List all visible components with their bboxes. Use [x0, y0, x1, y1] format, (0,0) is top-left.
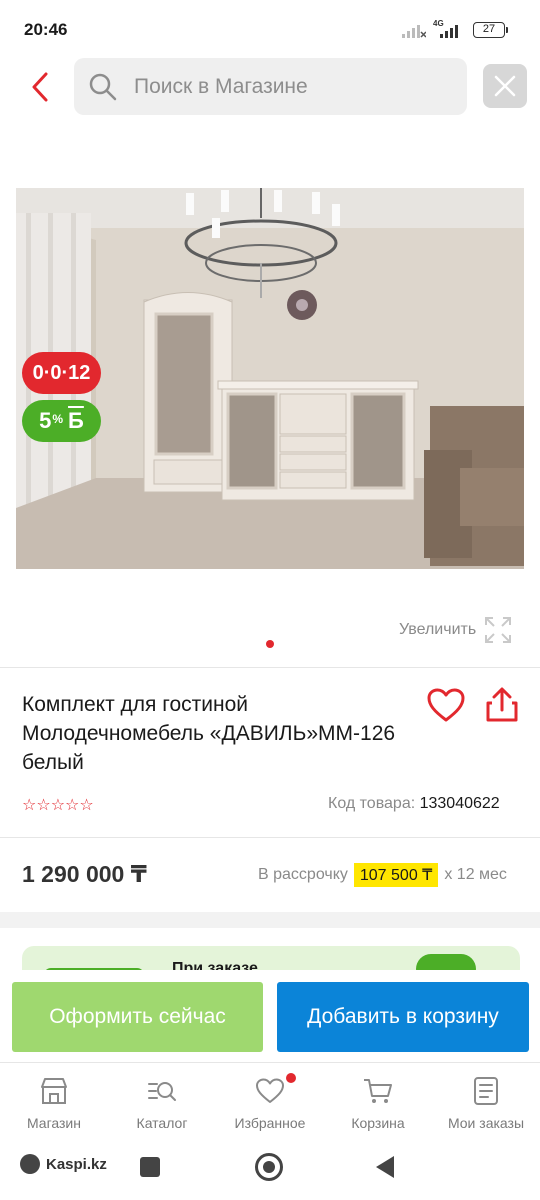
signal-strength-icon [440, 25, 458, 38]
add-to-cart-button[interactable]: Добавить в корзину [277, 982, 529, 1052]
action-bar: Оформить сейчас Добавить в корзину [0, 970, 540, 1062]
search-bar[interactable] [74, 58, 467, 115]
tab-label: Мои заказы [447, 1115, 525, 1131]
bonus-percent-sign: % [52, 412, 64, 426]
product-title: Комплект для гостиной Молодечномебель «Д… [22, 693, 396, 774]
cart-icon [364, 1079, 392, 1103]
tab-label: Каталог [136, 1115, 188, 1131]
installment-amount: 107 500 ₸ [353, 863, 439, 887]
signal-icon [402, 25, 426, 38]
share-button[interactable] [484, 686, 520, 726]
bottom-tab-bar: Магазин Каталог Избранное Корзина Мои за… [0, 1062, 540, 1142]
close-icon [494, 75, 516, 97]
status-bar: 20:46 4G 27 [0, 0, 540, 60]
expand-icon [485, 617, 512, 643]
product-code-label: Код товара: [328, 795, 416, 812]
search-input[interactable] [134, 74, 454, 99]
rating-stars[interactable]: ☆☆☆☆☆ [22, 795, 94, 815]
tab-cart[interactable]: Корзина [324, 1063, 432, 1143]
tab-favorites[interactable]: Избранное [216, 1063, 324, 1143]
kaspi-logo: Kaspi.kz [20, 1154, 107, 1174]
system-navigation-bar: Kaspi.kz [0, 1142, 540, 1200]
installment-badge: 0·0·12 [22, 352, 101, 394]
zoom-button[interactable]: Увеличить [399, 616, 512, 644]
notification-dot [286, 1073, 296, 1083]
close-button[interactable] [483, 64, 527, 108]
tab-label: Избранное [234, 1115, 306, 1131]
bonus-percent: 5 [39, 408, 52, 433]
heart-icon [427, 688, 465, 722]
tab-label: Корзина [351, 1115, 405, 1131]
installment-info[interactable]: В рассрочку 107 500 ₸ х 12 мес [258, 863, 507, 887]
orders-icon [474, 1077, 498, 1105]
favorite-button[interactable] [426, 686, 466, 726]
catalog-search-icon [148, 1082, 176, 1101]
chevron-left-icon [32, 72, 48, 102]
kaspi-brand: Kaspi.kz [46, 1155, 107, 1173]
system-back-button[interactable] [376, 1156, 394, 1178]
bonus-letter: Б [68, 408, 84, 433]
home-button[interactable] [255, 1153, 283, 1181]
divider [0, 667, 540, 668]
buy-now-button[interactable]: Оформить сейчас [12, 982, 263, 1052]
product-price: 1 290 000 ₸ [22, 861, 147, 887]
installment-prefix: В рассрочку [258, 866, 348, 883]
product-code: Код товара: 133040622 [328, 795, 500, 813]
divider [0, 837, 540, 838]
search-icon [89, 73, 117, 100]
zoom-label: Увеличить [399, 621, 477, 638]
recent-apps-button[interactable] [140, 1157, 160, 1177]
shop-icon [41, 1078, 67, 1104]
bonus-badge: 5% Б [22, 400, 101, 442]
status-time: 20:46 [24, 20, 68, 39]
installment-suffix: х 12 мес [444, 866, 507, 883]
tab-shop[interactable]: Магазин [0, 1063, 108, 1143]
carousel-indicator [266, 640, 274, 648]
product-code-value: 133040622 [419, 795, 500, 812]
battery-icon: 27 [473, 22, 508, 38]
tab-label: Магазин [26, 1115, 81, 1131]
back-button[interactable] [22, 66, 58, 108]
tab-catalog[interactable]: Каталог [108, 1063, 216, 1143]
heart-icon [256, 1078, 284, 1103]
share-icon [486, 687, 518, 722]
tab-orders[interactable]: Мои заказы [432, 1063, 540, 1143]
kaspi-logo-icon [20, 1154, 40, 1174]
section-separator [0, 912, 540, 928]
